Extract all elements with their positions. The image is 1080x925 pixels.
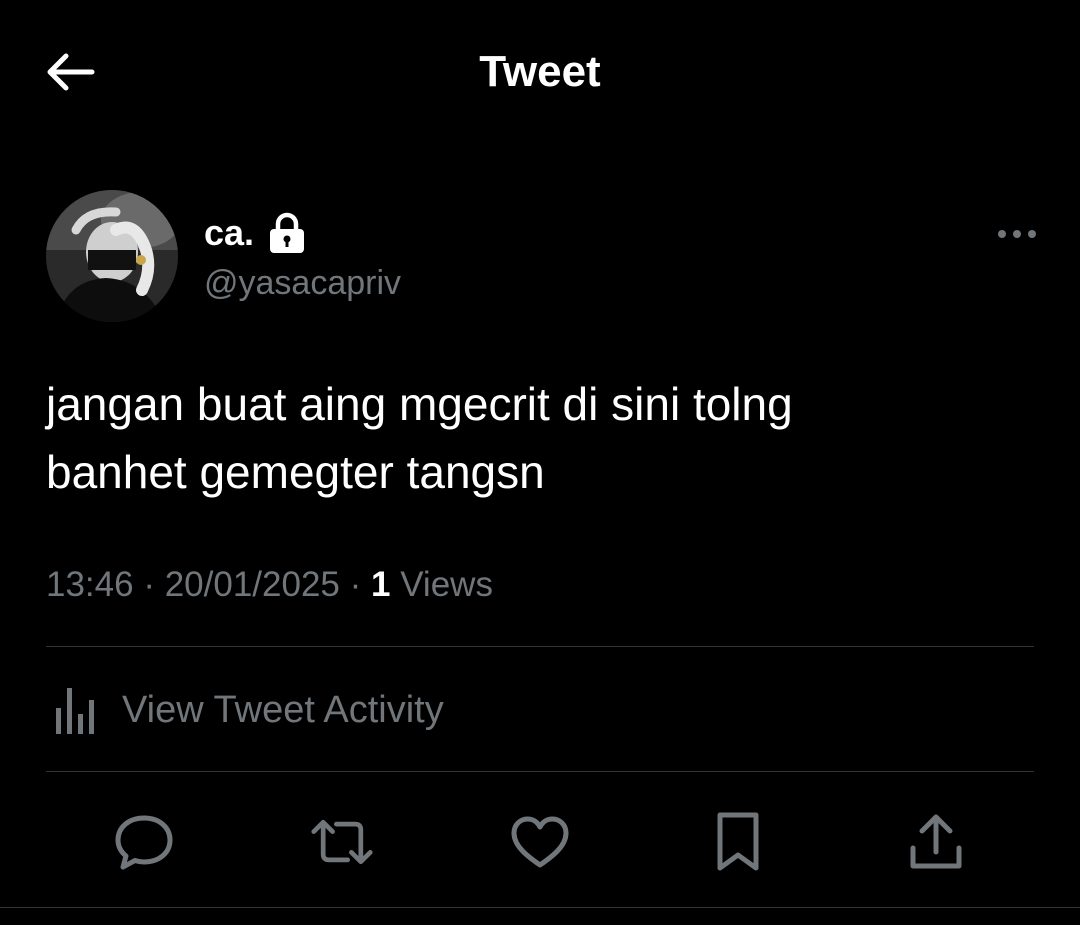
view-tweet-activity-button[interactable]: View Tweet Activity — [52, 684, 444, 736]
like-icon — [511, 816, 569, 868]
avatar[interactable] — [46, 190, 178, 322]
more-icon — [998, 230, 1036, 238]
retweet-icon — [311, 819, 373, 865]
divider — [46, 646, 1034, 647]
author-handle[interactable]: @yasacapriv — [204, 262, 401, 304]
tweet-action-bar — [0, 810, 1080, 874]
divider — [46, 771, 1034, 772]
divider — [0, 907, 1080, 908]
meta-separator: · — [143, 565, 155, 604]
meta-separator: · — [349, 565, 362, 604]
bookmark-icon — [717, 812, 759, 871]
reply-button[interactable] — [112, 810, 176, 874]
tweet-meta: 13:46 · 20/01/2025 · 1 Views — [46, 562, 493, 608]
share-button[interactable] — [904, 810, 968, 874]
display-name[interactable]: ca. — [204, 210, 254, 256]
like-button[interactable] — [508, 810, 572, 874]
more-options-button[interactable] — [992, 214, 1042, 254]
reply-icon — [115, 815, 173, 870]
activity-label: View Tweet Activity — [122, 689, 444, 731]
tweet-date: 20/01/2025 — [164, 565, 340, 604]
page-title: Tweet — [479, 47, 601, 96]
tweet-detail-page: Tweet ca. @yasacapriv jangan buat aing m… — [0, 0, 1080, 925]
share-icon — [910, 814, 962, 869]
bookmark-button[interactable] — [706, 810, 770, 874]
tweet-text: jangan buat aing mgecrit di sini tolng b… — [46, 378, 793, 498]
lock-icon — [270, 212, 305, 253]
avatar-photo — [46, 190, 178, 322]
bar-chart-icon — [56, 688, 94, 734]
views-count: 1 — [371, 565, 391, 604]
retweet-button[interactable] — [310, 810, 374, 874]
views-label: Views — [400, 565, 493, 604]
tweet-time: 13:46 — [46, 565, 134, 604]
author-name-row: ca. — [204, 210, 306, 256]
